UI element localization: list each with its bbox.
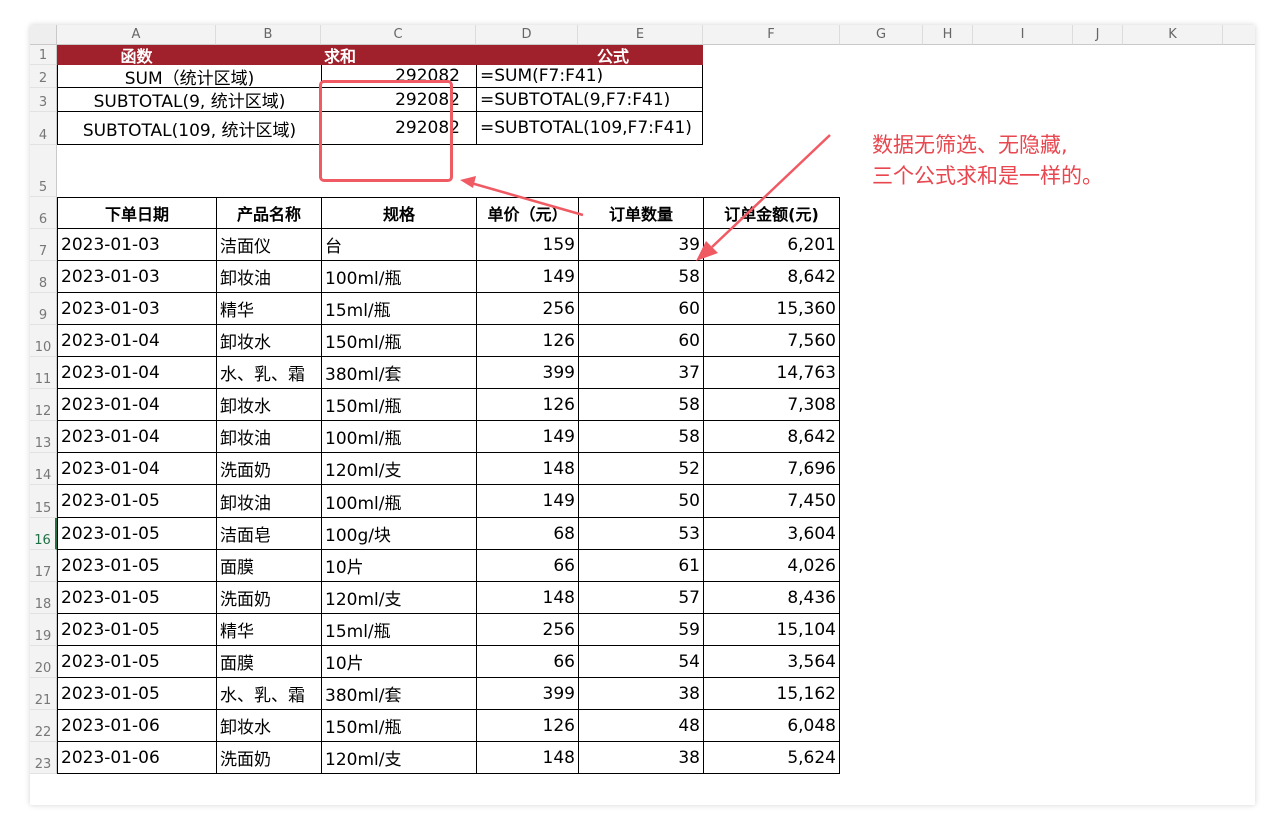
spreadsheet-grid[interactable]: A B C D E F G H I J K 1 2 3 4 5 6 7 8 9 10 11 12 13 14 15 16 17 18 19…	[30, 25, 1255, 805]
annotation-arrows	[460, 134, 831, 261]
arrow-to-sum-icon	[470, 181, 584, 217]
arrow-to-quantity-icon	[711, 134, 831, 248]
